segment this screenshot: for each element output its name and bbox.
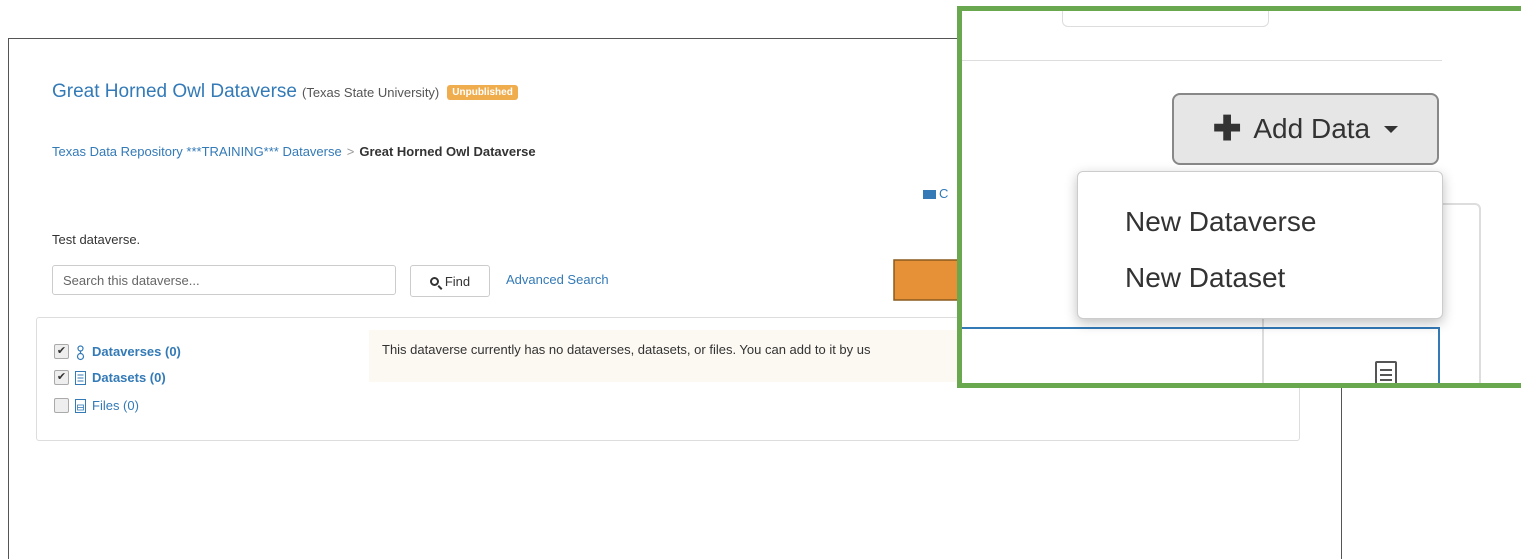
search-icon xyxy=(429,276,439,286)
page-title-row: Great Horned Owl Dataverse (Texas State … xyxy=(52,81,518,103)
add-data-label: Add Data xyxy=(1253,113,1371,144)
facet-files[interactable]: Files (0) xyxy=(54,398,139,413)
contact-button[interactable]: C xyxy=(923,186,948,201)
facet-datasets[interactable]: ✔ Datasets (0) xyxy=(54,370,166,385)
inset-result-card xyxy=(962,327,1440,383)
datasets-checkbox[interactable]: ✔ xyxy=(54,370,69,385)
zoom-inset: ✚ Add Data New Dataverse New Dataset xyxy=(957,6,1521,388)
breadcrumb-separator: > xyxy=(346,144,355,159)
add-data-menu: New Dataverse New Dataset xyxy=(1077,171,1443,319)
plus-icon: ✚ xyxy=(1212,110,1242,148)
file-icon xyxy=(75,398,86,413)
divider xyxy=(962,60,1442,61)
empty-notice: This dataverse currently has no datavers… xyxy=(369,330,989,382)
dataverse-icon xyxy=(75,344,86,360)
facet-label: Files (0) xyxy=(92,398,139,413)
facet-dataverses[interactable]: ✔ Dataverses (0) xyxy=(54,344,181,360)
dataverse-description: Test dataverse. xyxy=(52,232,141,247)
add-data-button[interactable]: ✚ Add Data xyxy=(1172,93,1439,165)
dataset-icon xyxy=(75,370,86,385)
envelope-icon xyxy=(923,190,936,200)
breadcrumb-current: Great Horned Owl Dataverse xyxy=(359,144,536,159)
contact-label: C xyxy=(939,186,949,201)
files-checkbox[interactable] xyxy=(54,398,69,413)
document-icon xyxy=(1375,361,1397,383)
breadcrumb: Texas Data Repository ***TRAINING*** Dat… xyxy=(52,144,536,159)
breadcrumb-parent-link[interactable]: Texas Data Repository ***TRAINING*** Dat… xyxy=(52,144,342,159)
menu-item-new-dataset[interactable]: New Dataset xyxy=(1078,250,1442,306)
facet-label: Dataverses (0) xyxy=(92,344,181,359)
menu-item-new-dataverse[interactable]: New Dataverse xyxy=(1078,194,1442,250)
inset-top-box xyxy=(1062,11,1269,27)
status-badge: Unpublished xyxy=(447,84,518,100)
search-input[interactable] xyxy=(52,265,396,295)
dataverses-checkbox[interactable]: ✔ xyxy=(54,344,69,359)
facet-label: Datasets (0) xyxy=(92,370,166,385)
chevron-down-icon xyxy=(1384,125,1399,133)
find-button[interactable]: Find xyxy=(410,265,490,297)
page-title[interactable]: Great Horned Owl Dataverse xyxy=(52,81,297,103)
find-label: Find xyxy=(444,273,471,289)
advanced-search-link[interactable]: Advanced Search xyxy=(506,272,609,287)
affiliation: (Texas State University) xyxy=(302,84,440,100)
